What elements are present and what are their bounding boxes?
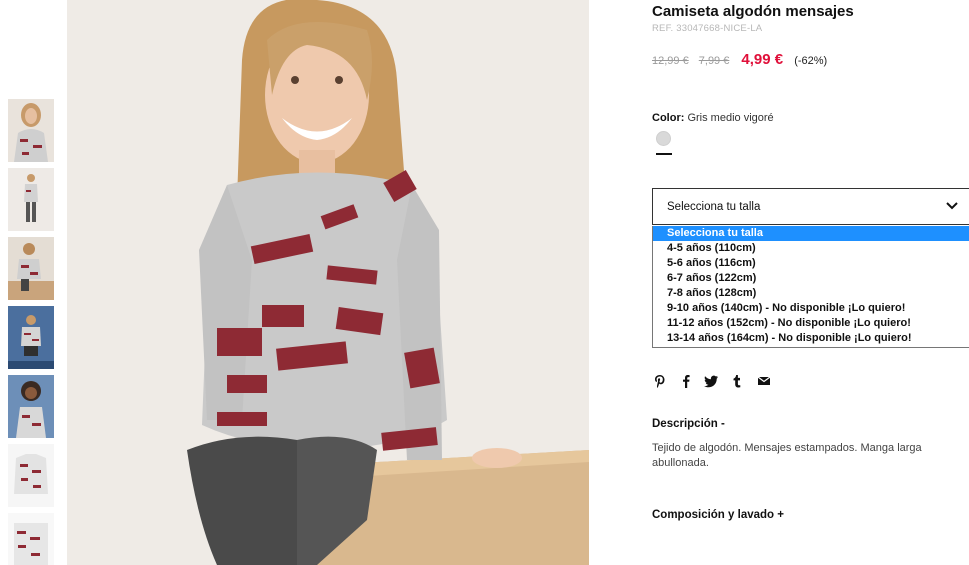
product-info-panel: Camiseta algodón mensajes REF. 33047668-… (652, 0, 969, 565)
color-value: Gris medio vigoré (687, 112, 774, 124)
size-select[interactable]: Selecciona tu talla (652, 188, 969, 225)
color-label: Color: (652, 112, 685, 124)
size-select-value: Selecciona tu talla (667, 201, 761, 213)
description-toggle[interactable]: Descripción - (652, 418, 725, 430)
chevron-down-icon (946, 202, 958, 210)
color-row: Color: Gris medio vigoré (652, 112, 774, 124)
thumbnail-7[interactable] (8, 513, 54, 565)
size-option[interactable]: Selecciona tu talla (653, 226, 969, 241)
size-option[interactable]: 11-12 años (152cm) - No disponible ¡Lo q… (653, 316, 969, 331)
size-option[interactable]: 13-14 años (164cm) - No disponible ¡Lo q… (653, 331, 969, 346)
thumbnail-2[interactable] (8, 168, 54, 231)
size-dropdown-list: Selecciona tu talla 4-5 años (110cm) 5-6… (652, 226, 969, 348)
size-option[interactable]: 7-8 años (128cm) (653, 286, 969, 301)
current-price: 4,99 € (741, 51, 784, 68)
thumbnail-list (8, 99, 54, 565)
description-text: Tejido de algodón. Mensajes estampados. … (652, 442, 922, 469)
discount-badge: (-62%) (794, 55, 828, 67)
thumbnail-3[interactable] (8, 237, 54, 300)
color-swatch[interactable] (656, 131, 671, 146)
size-option[interactable]: 6-7 años (122cm) (653, 271, 969, 286)
original-price: 12,99 € (652, 55, 689, 67)
price-row: 12,99 € 7,99 € 4,99 € (-62%) (652, 51, 827, 68)
pinterest-icon[interactable] (652, 373, 668, 389)
product-title: Camiseta algodón mensajes (652, 3, 854, 20)
main-product-image (67, 0, 589, 565)
email-icon[interactable] (756, 373, 772, 389)
thumbnail-6[interactable] (8, 444, 54, 507)
tumblr-icon[interactable] (729, 373, 745, 389)
thumbnail-1[interactable] (8, 99, 54, 162)
thumbnail-4[interactable] (8, 306, 54, 369)
previous-price: 7,99 € (698, 55, 730, 67)
thumbnail-5[interactable] (8, 375, 54, 438)
twitter-icon[interactable] (703, 373, 719, 389)
size-option[interactable]: 4-5 años (110cm) (653, 241, 969, 256)
size-option[interactable]: 9-10 años (140cm) - No disponible ¡Lo qu… (653, 301, 969, 316)
composition-toggle[interactable]: Composición y lavado + (652, 509, 784, 521)
size-option[interactable]: 5-6 años (116cm) (653, 256, 969, 271)
product-reference: REF. 33047668-NICE-LA (652, 23, 763, 34)
swatch-selected-indicator (656, 153, 672, 155)
facebook-icon[interactable] (678, 373, 694, 389)
